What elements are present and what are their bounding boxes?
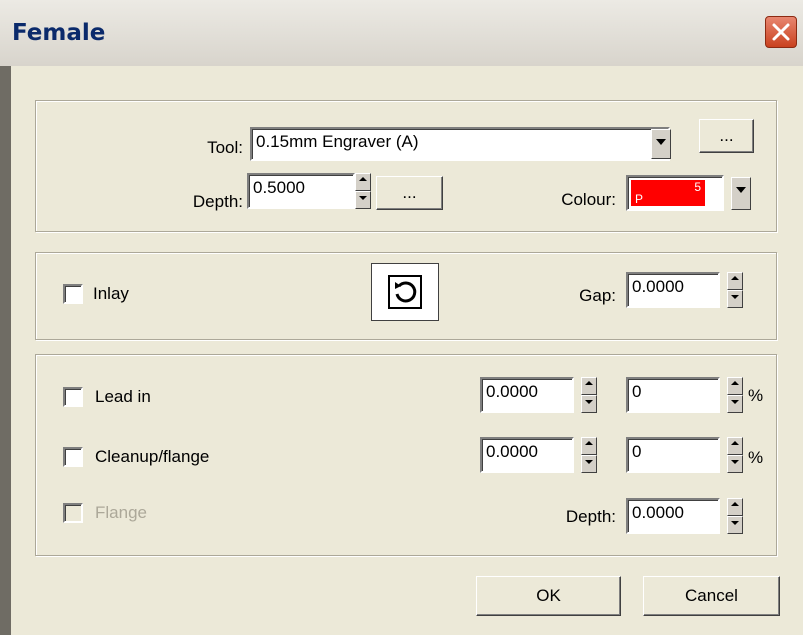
title-bar: Female [0, 0, 803, 66]
lead-in-checkbox[interactable] [63, 387, 83, 407]
down-arrow-icon [359, 196, 367, 200]
cleanup-percent-spinner[interactable] [727, 437, 743, 473]
up-arrow-icon [731, 502, 739, 506]
spin-down-button[interactable] [727, 516, 743, 534]
spin-down-button[interactable] [355, 191, 371, 209]
colour-number: 5 [694, 180, 701, 194]
down-arrow-icon [731, 400, 739, 404]
lead-in-spinner[interactable] [581, 377, 597, 413]
down-arrow-icon [731, 521, 739, 525]
up-arrow-icon [731, 441, 739, 445]
down-arrow-icon [585, 400, 593, 404]
flange-depth-input[interactable]: 0.0000 [626, 498, 720, 534]
up-arrow-icon [585, 441, 593, 445]
close-icon [772, 23, 790, 41]
close-button[interactable] [765, 16, 797, 48]
colour-select[interactable]: P 5 [626, 175, 724, 211]
window-left-border [0, 66, 11, 635]
colour-dropdown-button[interactable] [731, 177, 751, 210]
gap-label: Gap: [579, 286, 616, 305]
cleanup-percent-input[interactable]: 0 [626, 437, 720, 473]
dialog-body: Tool: 0.15mm Engraver (A) ... Depth: 0.5… [11, 66, 803, 635]
up-arrow-icon [585, 381, 593, 385]
chevron-down-icon [656, 139, 666, 145]
spin-up-button[interactable] [727, 272, 743, 290]
cleanup-spinner[interactable] [581, 437, 597, 473]
reverse-direction-button[interactable] [371, 263, 439, 321]
lead-in-label: Lead in [95, 387, 151, 406]
tool-browse-button[interactable]: ... [699, 119, 754, 153]
spin-down-button[interactable] [581, 455, 597, 473]
flange-checkbox[interactable] [63, 503, 83, 523]
flange-depth-spinner[interactable] [727, 498, 743, 534]
cleanup-checkbox[interactable] [63, 447, 83, 467]
spin-down-button[interactable] [727, 455, 743, 473]
tool-group [35, 100, 777, 232]
colour-letter: P [635, 192, 644, 206]
gap-spinner[interactable] [727, 272, 743, 308]
chevron-down-icon [736, 187, 746, 193]
down-arrow-icon [731, 460, 739, 464]
depth-input[interactable]: 0.5000 [247, 173, 355, 209]
spin-up-button[interactable] [581, 437, 597, 455]
flange-depth-label: Depth: [565, 507, 616, 526]
cleanup-input[interactable]: 0.0000 [480, 437, 574, 473]
cleanup-label: Cleanup/flange [95, 447, 210, 466]
spin-up-button[interactable] [727, 498, 743, 516]
tool-label: Tool: [207, 138, 243, 157]
spin-down-button[interactable] [727, 395, 743, 413]
rotate-ccw-icon [388, 275, 422, 309]
spin-down-button[interactable] [727, 290, 743, 308]
gap-input[interactable]: 0.0000 [626, 272, 720, 308]
colour-label: Colour: [561, 190, 616, 209]
inlay-checkbox[interactable] [63, 284, 83, 304]
down-arrow-icon [585, 460, 593, 464]
up-arrow-icon [731, 276, 739, 280]
spin-up-button[interactable] [355, 173, 371, 191]
lead-in-input[interactable]: 0.0000 [480, 377, 574, 413]
up-arrow-icon [359, 177, 367, 181]
tool-dropdown-button[interactable] [651, 129, 671, 159]
spin-up-button[interactable] [727, 377, 743, 395]
down-arrow-icon [731, 295, 739, 299]
flange-label: Flange [95, 503, 147, 522]
spin-down-button[interactable] [581, 395, 597, 413]
up-arrow-icon [731, 381, 739, 385]
cancel-button[interactable]: Cancel [643, 576, 780, 616]
lead-in-percent-spinner[interactable] [727, 377, 743, 413]
percent-symbol: % [748, 448, 764, 467]
inlay-label: Inlay [93, 284, 129, 303]
colour-swatch: P 5 [631, 180, 705, 206]
tool-select[interactable]: 0.15mm Engraver (A) [250, 127, 670, 161]
depth-spinner[interactable] [355, 173, 371, 209]
lead-in-percent-input[interactable]: 0 [626, 377, 720, 413]
spin-up-button[interactable] [727, 437, 743, 455]
depth-label: Depth: [192, 192, 243, 211]
dialog-title: Female [12, 20, 106, 46]
ok-button[interactable]: OK [476, 576, 621, 616]
depth-browse-button[interactable]: ... [376, 176, 443, 210]
spin-up-button[interactable] [581, 377, 597, 395]
tool-select-value: 0.15mm Engraver (A) [256, 132, 419, 151]
percent-symbol: % [748, 386, 764, 405]
